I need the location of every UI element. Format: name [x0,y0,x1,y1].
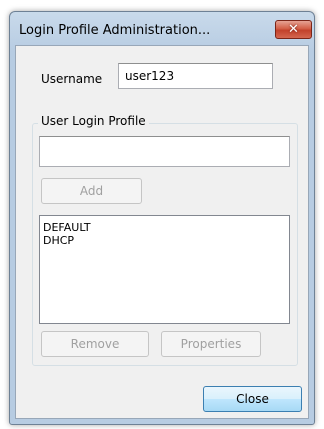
remove-button[interactable]: Remove [41,331,149,357]
add-button[interactable]: Add [41,178,142,204]
close-icon: ✕ [288,22,299,37]
window-title: Login Profile Administration... [19,23,211,38]
properties-button[interactable]: Properties [161,331,261,357]
profile-list[interactable]: DEFAULT DHCP [39,215,290,324]
profile-input[interactable] [39,136,290,167]
username-field[interactable] [118,63,273,89]
username-label: Username [41,72,103,86]
title-bar[interactable]: Login Profile Administration... ✕ [10,12,314,46]
group-title: User Login Profile [38,114,149,128]
list-item[interactable]: DHCP [40,234,289,247]
window-close-button[interactable]: ✕ [275,20,312,39]
close-button[interactable]: Close [203,386,302,412]
list-item[interactable]: DEFAULT [40,221,289,234]
